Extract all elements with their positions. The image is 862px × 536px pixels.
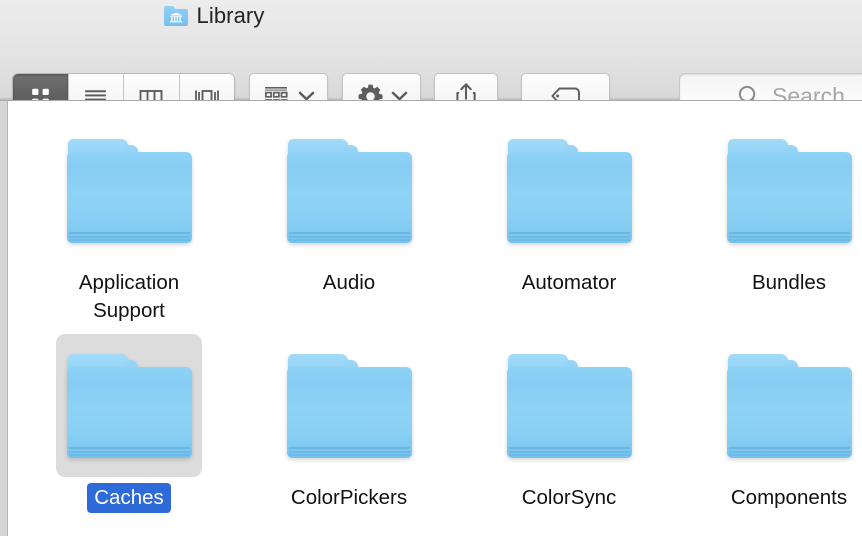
file-item-application-support[interactable]: Application Support	[19, 119, 239, 326]
icon-slot[interactable]	[716, 334, 862, 477]
file-label[interactable]: Application Support	[74, 268, 184, 326]
window-chrome: Library Search	[0, 0, 862, 119]
icon-slot[interactable]	[496, 119, 642, 262]
file-label[interactable]: Automator	[517, 268, 622, 298]
finder-window: Library Search Application Support Audio…	[0, 0, 862, 536]
sidebar-edge	[0, 101, 8, 536]
title-bar: Library	[0, 0, 862, 32]
file-label[interactable]: Bundles	[747, 268, 831, 298]
folder-icon	[66, 353, 192, 458]
icon-slot[interactable]	[496, 334, 642, 477]
file-item-colorsync[interactable]: ColorSync	[459, 334, 679, 513]
file-item-bundles[interactable]: Bundles	[679, 119, 862, 298]
page-title: Library	[196, 3, 265, 28]
toolbar: Search	[0, 32, 862, 119]
title-wrap: Library	[163, 3, 265, 29]
folder-icon	[726, 353, 852, 458]
folder-icon	[506, 138, 632, 243]
icon-slot[interactable]	[276, 334, 422, 477]
file-label[interactable]: Caches	[87, 483, 171, 513]
file-item-automator[interactable]: Automator	[459, 119, 679, 298]
icon-grid: Application Support Audio Automator Bund…	[9, 101, 862, 536]
file-label[interactable]: Components	[726, 483, 852, 513]
file-label[interactable]: Audio	[318, 268, 380, 298]
file-label[interactable]: ColorSync	[517, 483, 622, 513]
bank-glyph-icon	[169, 12, 182, 23]
library-folder-icon	[163, 6, 188, 26]
folder-icon	[726, 138, 852, 243]
file-browser-content: Application Support Audio Automator Bund…	[0, 100, 862, 536]
icon-slot[interactable]	[56, 334, 202, 477]
icon-slot[interactable]	[716, 119, 862, 262]
file-item-colorpickers[interactable]: ColorPickers	[239, 334, 459, 513]
file-label[interactable]: ColorPickers	[286, 483, 412, 513]
file-item-caches[interactable]: Caches	[19, 334, 239, 513]
icon-slot[interactable]	[56, 119, 202, 262]
file-item-components[interactable]: Components	[679, 334, 862, 513]
file-item-audio[interactable]: Audio	[239, 119, 459, 298]
folder-icon	[286, 138, 412, 243]
folder-icon	[506, 353, 632, 458]
folder-icon	[66, 138, 192, 243]
icon-slot[interactable]	[276, 119, 422, 262]
folder-icon	[286, 353, 412, 458]
